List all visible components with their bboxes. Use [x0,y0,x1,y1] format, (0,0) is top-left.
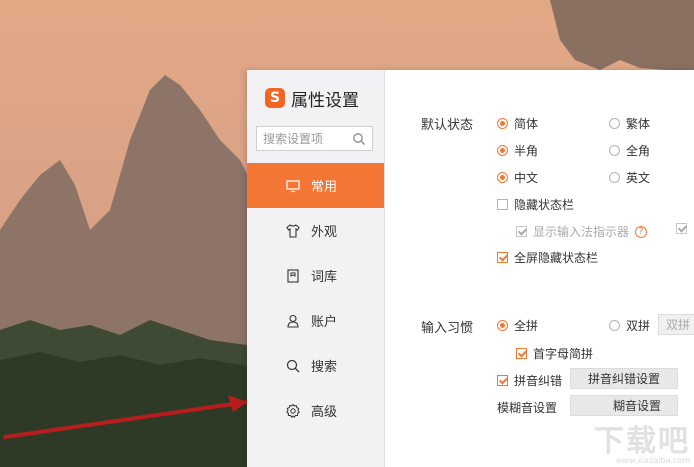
settings-nav: 常用 外观 词库 账户 搜索 高级 [247,163,384,433]
nav-item-label: 账户 [311,315,338,330]
nav-item-search[interactable]: 搜索 [247,343,384,388]
nav-item-label: 词库 [311,270,338,285]
half-width-radio[interactable]: 半角 [497,142,538,159]
input-habit-label: 输入习惯 [421,321,474,336]
show-indicator-checkbox[interactable]: 显示输入法指示器 ? [516,223,648,240]
half-width-label: 半角 [514,144,539,158]
nav-item-label: 外观 [311,225,338,240]
settings-content: 默认状态 简体 繁体 半角 全角 中文 英文 隐藏状态栏 显示输入法指示器 ? … [384,70,694,467]
sogou-logo-icon: S [265,88,285,108]
pinyin-correction-label: 拼音纠错 [514,374,563,388]
hide-status-bar-label: 隐藏状态栏 [514,198,575,212]
chinese-radio[interactable]: 中文 [497,169,538,186]
fuzzy-sound-settings-button[interactable]: 糊音设置 [570,395,678,416]
settings-dialog: S 属性设置 常用 外观 [247,70,694,467]
checkbox-indicator[interactable] [516,226,527,237]
settings-search-input[interactable] [261,130,355,147]
book-icon [285,268,301,284]
radio-indicator[interactable] [609,145,620,156]
pinyin-correction-settings-button[interactable]: 拼音纠错设置 [570,368,678,389]
radio-indicator[interactable] [497,118,508,129]
checkbox-indicator[interactable] [516,348,527,359]
hide-status-bar-checkbox[interactable]: 隐藏状态栏 [497,196,574,213]
double-pinyin-radio[interactable]: 双拼 [609,317,650,334]
user-icon [285,313,301,329]
checkbox-indicator[interactable] [497,252,508,263]
monitor-icon [285,178,301,194]
shirt-icon [285,223,301,239]
traditional-radio[interactable]: 繁体 [609,115,650,132]
simplified-label: 简体 [514,117,539,131]
show-indicator-label: 显示输入法指示器 [533,225,630,239]
double-pinyin-settings-button[interactable]: 双拼 [658,314,694,335]
nav-item-label: 高级 [311,405,338,420]
english-label: 英文 [626,171,651,185]
initial-abbrev-label: 首字母简拼 [533,347,594,361]
default-state-label: 默认状态 [421,118,474,133]
help-icon[interactable]: ? [635,225,648,238]
checkbox-indicator[interactable] [676,223,687,234]
settings-search-box[interactable] [256,126,373,151]
radio-indicator[interactable] [609,172,620,183]
nav-item-advanced[interactable]: 高级 [247,388,384,433]
initial-abbrev-checkbox[interactable]: 首字母简拼 [516,345,593,362]
dialog-title-row: S 属性设置 [265,86,359,111]
full-width-label: 全角 [626,144,651,158]
traditional-label: 繁体 [626,117,651,131]
dialog-title: 属性设置 [291,90,359,111]
double-pinyin-label: 双拼 [626,319,651,333]
nav-item-appearance[interactable]: 外观 [247,208,384,253]
fuzzy-sound-label: 模糊音设置 [497,401,558,415]
checkbox-indicator[interactable] [497,199,508,210]
fullscreen-hide-label: 全屏隐藏状态栏 [514,251,599,265]
full-pinyin-radio[interactable]: 全拼 [497,317,538,334]
settings-sidebar: S 属性设置 常用 外观 [247,70,385,467]
full-width-radio[interactable]: 全角 [609,142,650,159]
pinyin-correction-checkbox[interactable]: 拼音纠错 [497,372,562,389]
radio-indicator[interactable] [609,118,620,129]
extra-disabled-checkbox[interactable] [676,223,693,234]
checkbox-indicator[interactable] [497,375,508,386]
english-radio[interactable]: 英文 [609,169,650,186]
radio-indicator[interactable] [609,320,620,331]
radio-indicator[interactable] [497,145,508,156]
chinese-label: 中文 [514,171,539,185]
radio-indicator[interactable] [497,172,508,183]
radio-indicator[interactable] [497,320,508,331]
fullscreen-hide-checkbox[interactable]: 全屏隐藏状态栏 [497,249,598,266]
nav-item-label: 搜索 [311,360,338,375]
nav-item-label: 常用 [311,180,338,195]
simplified-radio[interactable]: 简体 [497,115,538,132]
watermark-logo: 下载吧 www.xiazaiba.com [594,416,690,465]
nav-item-dictionary[interactable]: 词库 [247,253,384,298]
nav-item-account[interactable]: 账户 [247,298,384,343]
gear-icon [285,403,301,419]
full-pinyin-label: 全拼 [514,319,539,333]
search-icon[interactable] [352,132,366,146]
nav-item-common[interactable]: 常用 [247,163,384,208]
search-icon [285,358,301,374]
watermark-main: 下载吧 [594,424,690,459]
